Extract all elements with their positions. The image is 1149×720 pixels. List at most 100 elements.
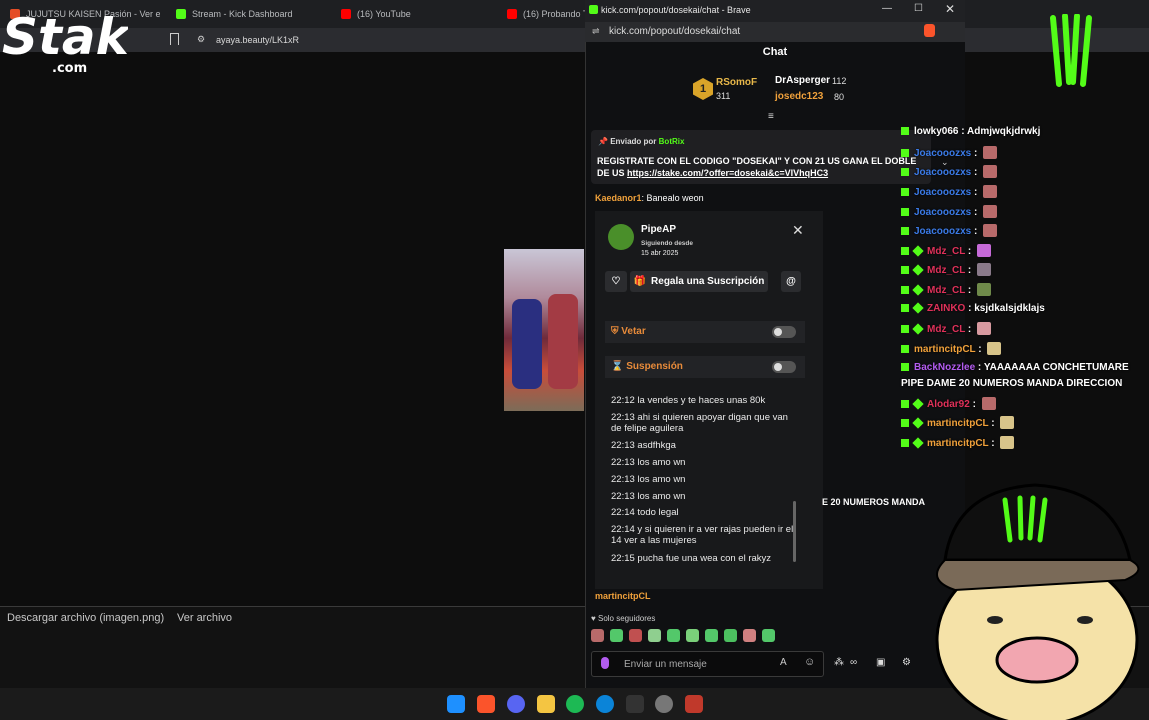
following-since-date: 15 abr 2025 [641, 250, 679, 257]
pinned-by: 📌 Enviado por BotRix [598, 137, 685, 146]
kick-badge-icon [901, 439, 909, 447]
emote-icon[interactable] [762, 629, 775, 642]
spotify-icon[interactable] [566, 695, 584, 713]
timeout-label: ⌛ Suspensión [611, 361, 683, 372]
emote-icon[interactable] [686, 629, 699, 642]
bottle-shape [548, 294, 578, 389]
close-window-icon[interactable]: ✕ [945, 2, 955, 16]
gift-subscription-button[interactable]: 🎁 Regala una Suscripción [630, 271, 768, 292]
sub-badge-icon [912, 417, 924, 429]
infinity-icon[interactable]: ∞ [850, 657, 857, 668]
kick-badge-icon [901, 286, 909, 294]
microphone-icon[interactable] [601, 657, 609, 669]
emote-icon[interactable] [705, 629, 718, 642]
brave-beta-icon[interactable] [685, 695, 703, 713]
top-gifter-name[interactable]: RSomoF [716, 77, 757, 88]
overlay-message: Joacooozxs : [901, 146, 998, 159]
emote-icon[interactable] [610, 629, 623, 642]
minimize-icon[interactable]: — [882, 3, 892, 14]
overlay-message: Mdz_CL : [901, 283, 992, 296]
app-icon[interactable] [626, 695, 644, 713]
overlay-message: Mdz_CL : [901, 263, 992, 276]
store-icon[interactable]: ▣ [876, 657, 885, 668]
overlay-message: Joacooozxs : [901, 185, 998, 198]
emote-icon[interactable] [743, 629, 756, 642]
kick-badge-icon [901, 127, 909, 135]
history-item: 22:14 y si quieren ir a ver rajas pueden… [611, 524, 794, 546]
emote-icon[interactable] [667, 629, 680, 642]
browser-tab[interactable]: (16) Probando TO [507, 4, 585, 24]
brave-icon[interactable] [477, 695, 495, 713]
mention-button[interactable]: @ [781, 271, 801, 292]
gift-icon: 🎁 [633, 276, 647, 287]
overlay-text: PIPE DAME 20 NUMEROS MANDA DIRECCION [901, 378, 1123, 389]
overlay-user: Mdz_CL [927, 265, 966, 276]
overlay-message: Mdz_CL : [901, 244, 992, 257]
folder-icon[interactable] [537, 695, 555, 713]
gifter-leaderboard: 1 RSomoF 311 DrAsperger 112 josedc123 80 [690, 74, 890, 108]
discord-icon[interactable] [507, 695, 525, 713]
url-text[interactable]: ayaya.beauty/LK1xR [216, 35, 299, 45]
history-scrollbar[interactable] [793, 501, 796, 562]
site-settings-icon[interactable]: ⚙ [197, 34, 205, 45]
pinned-text: REGISTRATE CON EL CODIGO "DOSEKAI" Y CON… [597, 156, 917, 178]
kick-badge-icon [901, 363, 909, 371]
emote-icon[interactable] [648, 629, 661, 642]
overlay-message: Joacooozxs : [901, 165, 998, 178]
emote-icon [977, 263, 992, 276]
translate-icon[interactable]: A [780, 657, 787, 668]
overlay-message: Joacooozxs : [901, 224, 998, 237]
gifter-count: 112 [832, 76, 847, 86]
kick-badge-icon [901, 208, 909, 216]
follow-heart-button[interactable]: ♡ [605, 271, 627, 292]
sub-badge-icon [912, 264, 924, 276]
gear-icon[interactable]: ⚙ [902, 657, 911, 668]
maximize-icon[interactable]: ☐ [914, 3, 923, 14]
chat-username[interactable]: Kaedanor1 [595, 193, 642, 203]
ban-toggle[interactable] [772, 326, 796, 338]
pinned-author[interactable]: BotRix [659, 137, 685, 146]
overlay-user: ZAINKO [927, 303, 966, 314]
chat-header: Chat [762, 46, 788, 58]
overlay-echo-text: E 20 NUMEROS MANDA [822, 497, 926, 507]
chat-username[interactable]: martincitpCL [595, 591, 651, 601]
view-file-link[interactable]: Ver archivo [177, 612, 232, 624]
site-settings-icon[interactable]: ⇌ [592, 26, 600, 37]
obs-icon[interactable] [655, 695, 673, 713]
browser-tab[interactable]: (16) YouTube [341, 4, 491, 24]
bookmark-icon[interactable] [170, 33, 179, 45]
history-item: 22:15 pucha fue una wea con el rakyz [611, 553, 772, 564]
emote-icon[interactable] [591, 629, 604, 642]
popout-url[interactable]: kick.com/popout/dosekai/chat [609, 26, 740, 37]
overlay-user: Mdz_CL [927, 324, 966, 335]
emote-icon [977, 244, 992, 257]
shield-icon: ⛨ [611, 326, 622, 337]
emote-icon[interactable] [724, 629, 737, 642]
emote-icon[interactable] [629, 629, 642, 642]
windows-start-icon[interactable] [447, 695, 465, 713]
pinned-link[interactable]: https://stake.com/?offer=dosekai&c=VIVhq… [627, 168, 828, 178]
emote-quick-bar [591, 629, 781, 643]
overlay-user: lowky066 [914, 126, 959, 137]
brave-shield-icon[interactable] [924, 24, 935, 37]
overlay-text: YAAAAAAA CONCHETUMARE [983, 362, 1129, 373]
overlay-message-continued: PIPE DAME 20 NUMEROS MANDA DIRECCION [901, 378, 1122, 389]
emoji-icon[interactable]: ☺ [804, 656, 815, 668]
chat-input-placeholder: Enviar un mensaje [624, 659, 707, 670]
stake-logo: Stake .com [2, 8, 128, 74]
download-link[interactable]: Descargar archivo (imagen.png) [7, 612, 164, 624]
edge-icon[interactable] [596, 695, 614, 713]
users-icon[interactable]: ⁂ [834, 657, 844, 668]
emote-icon [987, 342, 1002, 355]
sub-badge-icon [912, 245, 924, 257]
kick-badge-icon [901, 266, 909, 274]
overlay-user: Joacooozxs [914, 187, 972, 198]
close-icon[interactable]: ✕ [792, 222, 804, 239]
overlay-user: martincitpCL [927, 438, 989, 449]
expand-leaderboard-icon[interactable]: ≡ [768, 111, 774, 122]
browser-tab[interactable]: Stream - Kick Dashboard [176, 4, 326, 24]
followers-only-notice: ♥ Solo seguidores [591, 614, 656, 623]
gifter-name[interactable]: josedc123 [775, 91, 823, 102]
gifter-name[interactable]: DrAsperger [775, 75, 830, 86]
timeout-toggle[interactable] [772, 361, 796, 373]
